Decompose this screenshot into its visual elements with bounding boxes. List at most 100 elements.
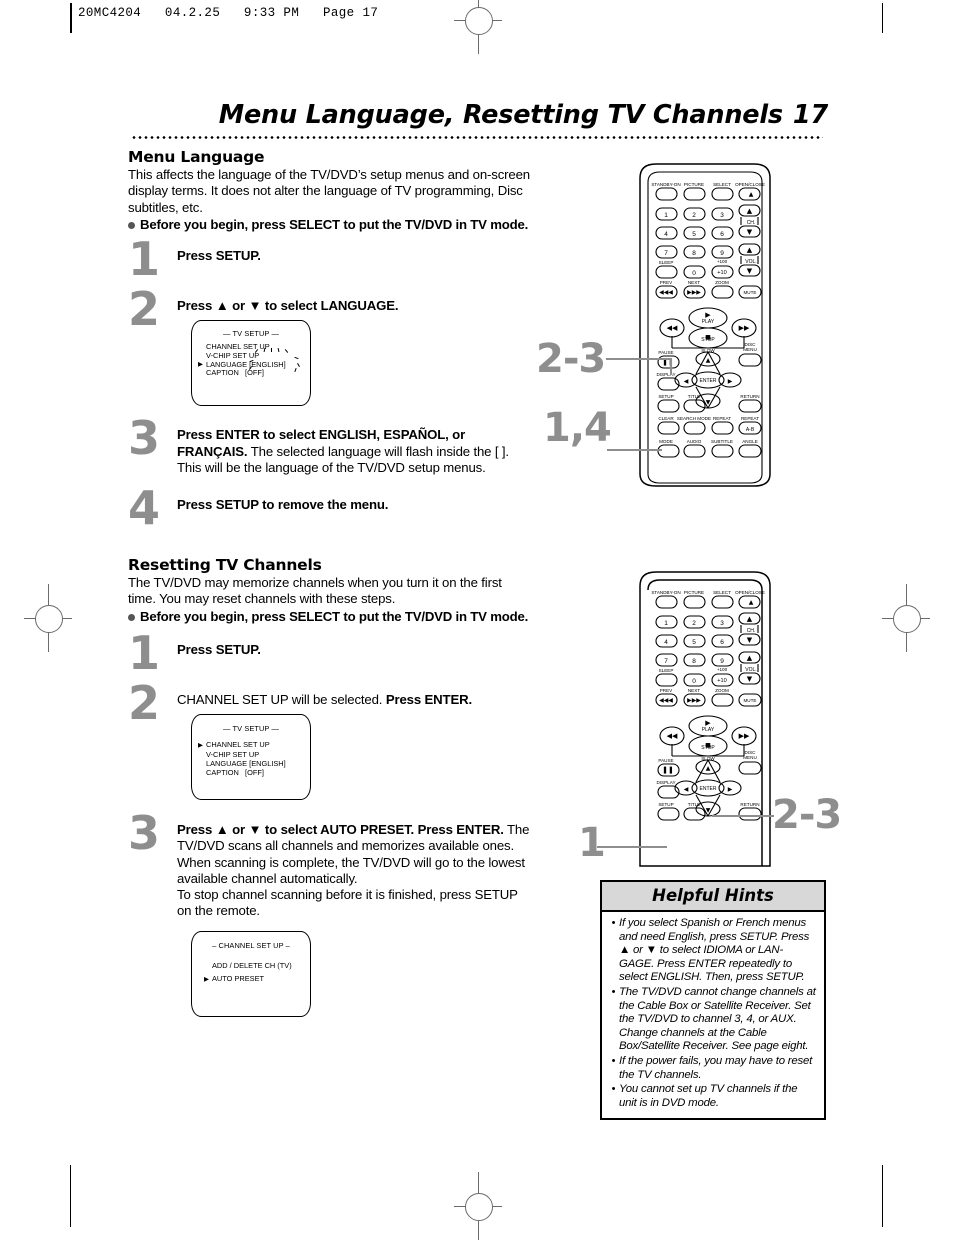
- svg-text:+10: +10: [717, 678, 727, 684]
- callout-lead-line: [607, 449, 662, 452]
- step-number: 2: [128, 675, 161, 730]
- osd-value: [ENGLISH]: [249, 758, 286, 768]
- svg-text:+10: +10: [717, 270, 727, 276]
- step-text: Press SETUP.: [177, 248, 261, 264]
- callout-lead-line: [597, 846, 667, 849]
- svg-text:2: 2: [692, 620, 696, 627]
- svg-text:1: 1: [664, 212, 668, 219]
- svg-text:SETUP: SETUP: [658, 394, 673, 399]
- osd-row-selected: ▶ AUTO PRESET: [204, 972, 310, 985]
- hint-text: You cannot set up TV channels if the uni…: [619, 1083, 798, 1109]
- cursor-icon: ▶: [204, 975, 210, 983]
- note-text: Before you begin, press SELECT to put th…: [140, 216, 529, 232]
- svg-text:CH.: CH.: [747, 220, 756, 226]
- svg-text:REPEAT: REPEAT: [741, 416, 759, 421]
- osd-title: – CHANNEL SET UP –: [212, 941, 290, 951]
- svg-text:▲: ▲: [747, 654, 753, 662]
- osd-label: V-CHIP SET UP: [206, 749, 260, 759]
- svg-text:SELECT: SELECT: [713, 182, 731, 187]
- svg-text:ENTER: ENTER: [700, 378, 717, 384]
- osd-row: CAPTION [OFF]: [206, 368, 310, 378]
- step-text: CHANNEL SET UP will be selected. Press E…: [177, 691, 472, 707]
- helpful-hints-title: Helpful Hints: [602, 882, 824, 912]
- svg-text:SETUP: SETUP: [658, 802, 673, 807]
- section-heading-resetting-tv-channels: Resetting TV Channels: [128, 556, 322, 574]
- remote-control-diagram-bottom: STANDBY-ON PICTURE SELECT OPEN/CLOSE CH. V…: [639, 571, 771, 867]
- hint-item: • If you select Spanish or French menus …: [608, 917, 817, 985]
- svg-text:2: 2: [692, 212, 696, 219]
- svg-text:PICTURE: PICTURE: [684, 182, 704, 187]
- svg-text:6: 6: [720, 639, 724, 646]
- hint-text: If the power fails, you may have to rese…: [619, 1054, 813, 1081]
- osd-row: V-CHIP SET UP: [206, 750, 310, 759]
- cursor-icon: ▶: [198, 741, 204, 749]
- svg-text:OPEN/CLOSE: OPEN/CLOSE: [735, 182, 765, 187]
- crop-mark-left-lower: [70, 1165, 71, 1227]
- osd-title: — TV SETUP —: [223, 724, 279, 734]
- step-1-menu-language: 1 Press SETUP.: [128, 236, 530, 282]
- svg-text:VOL.: VOL.: [745, 259, 756, 265]
- content-column: Menu Language This affects the language …: [128, 148, 530, 1018]
- svg-text:▼: ▼: [747, 228, 753, 236]
- section-heading-menu-language: Menu Language: [128, 148, 265, 166]
- svg-text:7: 7: [664, 658, 668, 665]
- registration-mark-top: [440, 0, 516, 58]
- svg-text:▼: ▼: [747, 675, 753, 683]
- hint-text: The TV/DVD cannot change channels at the…: [619, 985, 816, 1053]
- svg-text:▼: ▼: [706, 807, 711, 814]
- svg-text:▲: ▲: [747, 246, 753, 254]
- svg-text:CLEAR: CLEAR: [658, 416, 674, 421]
- callout-remote2-right: 2-3: [772, 792, 842, 838]
- callout-remote2-left: 1: [578, 820, 606, 866]
- svg-text:PLAY: PLAY: [702, 727, 715, 733]
- step-2-menu-language: 2 Press ▲ or ▼ to select LANGUAGE. — TV …: [128, 286, 530, 407]
- svg-text:❚❚: ❚❚: [662, 766, 674, 774]
- svg-text:■: ■: [705, 334, 711, 341]
- svg-text:▶▶▶: ▶▶▶: [687, 289, 701, 296]
- svg-text:▼: ▼: [747, 636, 753, 644]
- svg-text:0: 0: [692, 678, 696, 685]
- step-3-menu-language: 3 Press ENTER to select ENGLISH, ESPAÑOL…: [128, 415, 530, 476]
- hint-item: • If the power fails, you may have to re…: [608, 1055, 817, 1082]
- page-title: Menu Language, Resetting TV Channels 17: [128, 100, 828, 130]
- osd-channel-set-up: – CHANNEL SET UP – ADD / DELETE CH (TV) …: [191, 931, 311, 1018]
- svg-text:▲: ▲: [747, 615, 753, 623]
- svg-text:▼: ▼: [706, 399, 711, 406]
- svg-text:◀◀◀: ◀◀◀: [659, 289, 673, 296]
- osd-rows: CHANNEL SET UP V-CHIP SET UP ▶ LANGUAGE […: [198, 343, 310, 378]
- step-4-menu-language: 4 Press SETUP to remove the menu.: [128, 485, 530, 531]
- svg-text:MUTE: MUTE: [743, 290, 756, 295]
- svg-text:OPEN/CLOSE: OPEN/CLOSE: [735, 590, 765, 595]
- osd-label: CAPTION: [206, 368, 239, 378]
- osd-value: [OFF]: [245, 368, 264, 378]
- svg-text:TITLE: TITLE: [688, 802, 701, 807]
- step-text: Press SETUP to remove the menu.: [177, 497, 389, 512]
- bullet-icon: •: [611, 1083, 616, 1096]
- crop-mark-right-upper: [882, 3, 883, 33]
- svg-text:NEXT: NEXT: [688, 688, 700, 693]
- svg-text:PLAY: PLAY: [702, 319, 715, 325]
- svg-text:RETURN: RETURN: [740, 802, 759, 807]
- svg-text:◀: ◀: [684, 786, 689, 793]
- helpful-hints-list: • If you select Spanish or French menus …: [602, 912, 824, 1118]
- crop-mark-right-lower: [882, 1165, 883, 1227]
- svg-text:4: 4: [664, 231, 668, 238]
- svg-text:▲: ▲: [749, 191, 754, 198]
- bullet-icon: •: [611, 917, 616, 929]
- svg-text:6: 6: [720, 231, 724, 238]
- svg-text:SLOW: SLOW: [701, 348, 715, 353]
- note-menu-language: Before you begin, press SELECT to put th…: [128, 217, 530, 233]
- title-divider: [131, 135, 823, 140]
- bullet-icon: •: [611, 985, 616, 998]
- svg-text:SLEEP: SLEEP: [659, 260, 674, 265]
- svg-text:DISPLAY: DISPLAY: [656, 372, 675, 377]
- osd-label: CAPTION: [206, 768, 239, 778]
- svg-text:SELECT: SELECT: [713, 590, 731, 595]
- helpful-hints-box: Helpful Hints • If you select Spanish or…: [600, 880, 826, 1121]
- svg-text:▶: ▶: [728, 786, 733, 793]
- osd-value: [OFF]: [245, 768, 264, 778]
- svg-text:TITLE: TITLE: [688, 394, 701, 399]
- svg-text:8: 8: [692, 658, 696, 665]
- svg-text:5: 5: [692, 639, 696, 646]
- svg-text:PREV: PREV: [660, 280, 673, 285]
